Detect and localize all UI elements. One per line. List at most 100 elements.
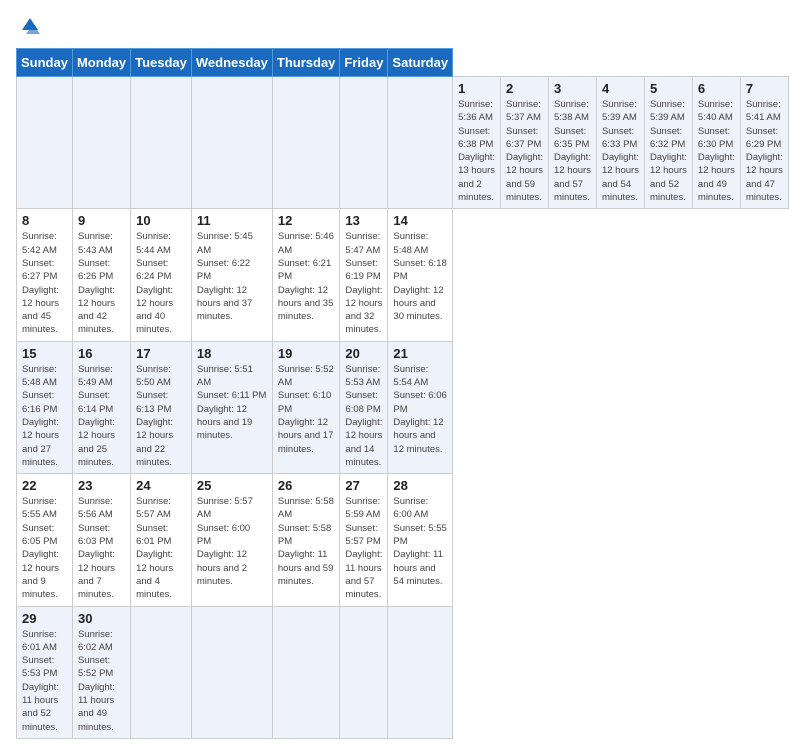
day-info: Sunrise: 5:57 AMSunset: 6:01 PMDaylight:… bbox=[136, 495, 186, 601]
day-info: Sunrise: 5:39 AMSunset: 6:32 PMDaylight:… bbox=[650, 98, 687, 204]
day-number: 12 bbox=[278, 213, 335, 228]
day-number: 25 bbox=[197, 478, 267, 493]
day-info: Sunrise: 5:50 AMSunset: 6:13 PMDaylight:… bbox=[136, 363, 186, 469]
day-number: 6 bbox=[698, 81, 735, 96]
day-info: Sunrise: 5:48 AMSunset: 6:16 PMDaylight:… bbox=[22, 363, 67, 469]
table-row bbox=[191, 77, 272, 209]
day-number: 18 bbox=[197, 346, 267, 361]
table-row: 13 Sunrise: 5:47 AMSunset: 6:19 PMDayligh… bbox=[340, 209, 388, 341]
day-info: Sunrise: 5:37 AMSunset: 6:37 PMDaylight:… bbox=[506, 98, 543, 204]
table-row: 3 Sunrise: 5:38 AMSunset: 6:35 PMDaylight… bbox=[549, 77, 597, 209]
table-row bbox=[388, 606, 453, 738]
table-row bbox=[17, 77, 73, 209]
day-number: 10 bbox=[136, 213, 186, 228]
day-number: 28 bbox=[393, 478, 447, 493]
table-row: 11 Sunrise: 5:45 AMSunset: 6:22 PMDayligh… bbox=[191, 209, 272, 341]
table-row: 5 Sunrise: 5:39 AMSunset: 6:32 PMDaylight… bbox=[644, 77, 692, 209]
table-row: 29 Sunrise: 6:01 AMSunset: 5:53 PMDayligh… bbox=[17, 606, 73, 738]
table-row: 23 Sunrise: 5:56 AMSunset: 6:03 PMDayligh… bbox=[72, 474, 130, 606]
day-number: 7 bbox=[746, 81, 783, 96]
day-info: Sunrise: 5:57 AMSunset: 6:00 PMDaylight:… bbox=[197, 495, 267, 588]
table-row bbox=[272, 606, 340, 738]
day-info: Sunrise: 5:53 AMSunset: 6:08 PMDaylight:… bbox=[345, 363, 382, 469]
day-info: Sunrise: 5:40 AMSunset: 6:30 PMDaylight:… bbox=[698, 98, 735, 204]
day-number: 20 bbox=[345, 346, 382, 361]
col-header-friday: Friday bbox=[340, 49, 388, 77]
col-header-tuesday: Tuesday bbox=[131, 49, 192, 77]
table-row bbox=[388, 77, 453, 209]
day-number: 8 bbox=[22, 213, 67, 228]
table-row bbox=[340, 77, 388, 209]
table-row: 4 Sunrise: 5:39 AMSunset: 6:33 PMDaylight… bbox=[596, 77, 644, 209]
day-info: Sunrise: 5:52 AMSunset: 6:10 PMDaylight:… bbox=[278, 363, 335, 456]
day-info: Sunrise: 5:49 AMSunset: 6:14 PMDaylight:… bbox=[78, 363, 125, 469]
day-number: 3 bbox=[554, 81, 591, 96]
day-info: Sunrise: 5:45 AMSunset: 6:22 PMDaylight:… bbox=[197, 230, 267, 323]
day-number: 27 bbox=[345, 478, 382, 493]
day-number: 11 bbox=[197, 213, 267, 228]
day-info: Sunrise: 5:48 AMSunset: 6:18 PMDaylight:… bbox=[393, 230, 447, 323]
day-number: 15 bbox=[22, 346, 67, 361]
col-header-thursday: Thursday bbox=[272, 49, 340, 77]
day-info: Sunrise: 5:58 AMSunset: 5:58 PMDaylight:… bbox=[278, 495, 335, 588]
table-row bbox=[131, 606, 192, 738]
day-info: Sunrise: 5:47 AMSunset: 6:19 PMDaylight:… bbox=[345, 230, 382, 336]
table-row: 26 Sunrise: 5:58 AMSunset: 5:58 PMDayligh… bbox=[272, 474, 340, 606]
table-row: 21 Sunrise: 5:54 AMSunset: 6:06 PMDayligh… bbox=[388, 341, 453, 473]
day-info: Sunrise: 6:00 AMSunset: 5:55 PMDaylight:… bbox=[393, 495, 447, 588]
day-info: Sunrise: 6:02 AMSunset: 5:52 PMDaylight:… bbox=[78, 628, 125, 734]
day-info: Sunrise: 5:51 AMSunset: 6:11 PMDaylight:… bbox=[197, 363, 267, 443]
day-number: 1 bbox=[458, 81, 495, 96]
table-row bbox=[272, 77, 340, 209]
day-number: 2 bbox=[506, 81, 543, 96]
table-row: 1 Sunrise: 5:36 AMSunset: 6:38 PMDaylight… bbox=[453, 77, 501, 209]
table-row: 27Sunrise: 5:59 AMSunset: 5:57 PMDayligh… bbox=[340, 474, 388, 606]
day-info: Sunrise: 5:54 AMSunset: 6:06 PMDaylight:… bbox=[393, 363, 447, 456]
calendar-table: SundayMondayTuesdayWednesdayThursdayFrid… bbox=[16, 48, 789, 739]
day-number: 5 bbox=[650, 81, 687, 96]
day-info: Sunrise: 5:36 AMSunset: 6:38 PMDaylight:… bbox=[458, 98, 495, 204]
table-row: 14 Sunrise: 5:48 AMSunset: 6:18 PMDayligh… bbox=[388, 209, 453, 341]
day-info: Sunrise: 5:55 AMSunset: 6:05 PMDaylight:… bbox=[22, 495, 67, 601]
day-info: Sunrise: 5:43 AMSunset: 6:26 PMDaylight:… bbox=[78, 230, 125, 336]
table-row: 9Sunrise: 5:43 AMSunset: 6:26 PMDaylight… bbox=[72, 209, 130, 341]
table-row bbox=[72, 77, 130, 209]
day-number: 22 bbox=[22, 478, 67, 493]
day-number: 14 bbox=[393, 213, 447, 228]
day-info: Sunrise: 6:01 AMSunset: 5:53 PMDaylight:… bbox=[22, 628, 67, 734]
day-info: Sunrise: 5:38 AMSunset: 6:35 PMDaylight:… bbox=[554, 98, 591, 204]
table-row: 25 Sunrise: 5:57 AMSunset: 6:00 PMDayligh… bbox=[191, 474, 272, 606]
day-info: Sunrise: 5:46 AMSunset: 6:21 PMDaylight:… bbox=[278, 230, 335, 323]
day-number: 13 bbox=[345, 213, 382, 228]
day-info: Sunrise: 5:42 AMSunset: 6:27 PMDaylight:… bbox=[22, 230, 67, 336]
table-row: 18 Sunrise: 5:51 AMSunset: 6:11 PMDayligh… bbox=[191, 341, 272, 473]
day-number: 24 bbox=[136, 478, 186, 493]
table-row: 2 Sunrise: 5:37 AMSunset: 6:37 PMDaylight… bbox=[501, 77, 549, 209]
table-row: 16 Sunrise: 5:49 AMSunset: 6:14 PMDayligh… bbox=[72, 341, 130, 473]
table-row: 22 Sunrise: 5:55 AMSunset: 6:05 PMDayligh… bbox=[17, 474, 73, 606]
day-number: 21 bbox=[393, 346, 447, 361]
table-row: 30 Sunrise: 6:02 AMSunset: 5:52 PMDayligh… bbox=[72, 606, 130, 738]
day-number: 23 bbox=[78, 478, 125, 493]
table-row: 12 Sunrise: 5:46 AMSunset: 6:21 PMDayligh… bbox=[272, 209, 340, 341]
col-header-wednesday: Wednesday bbox=[191, 49, 272, 77]
day-number: 29 bbox=[22, 611, 67, 626]
day-number: 17 bbox=[136, 346, 186, 361]
page-header bbox=[16, 16, 776, 36]
table-row bbox=[340, 606, 388, 738]
table-row: 7Sunrise: 5:41 AMSunset: 6:29 PMDaylight… bbox=[740, 77, 788, 209]
day-number: 16 bbox=[78, 346, 125, 361]
table-row: 15 Sunrise: 5:48 AMSunset: 6:16 PMDayligh… bbox=[17, 341, 73, 473]
day-number: 30 bbox=[78, 611, 125, 626]
day-number: 4 bbox=[602, 81, 639, 96]
table-row: 10Sunrise: 5:44 AMSunset: 6:24 PMDayligh… bbox=[131, 209, 192, 341]
table-row bbox=[131, 77, 192, 209]
table-row: 8 Sunrise: 5:42 AMSunset: 6:27 PMDaylight… bbox=[17, 209, 73, 341]
table-row: 20 Sunrise: 5:53 AMSunset: 6:08 PMDayligh… bbox=[340, 341, 388, 473]
day-number: 26 bbox=[278, 478, 335, 493]
logo bbox=[16, 16, 40, 36]
day-info: Sunrise: 5:39 AMSunset: 6:33 PMDaylight:… bbox=[602, 98, 639, 204]
day-info: Sunrise: 5:56 AMSunset: 6:03 PMDaylight:… bbox=[78, 495, 125, 601]
table-row: 17 Sunrise: 5:50 AMSunset: 6:13 PMDayligh… bbox=[131, 341, 192, 473]
day-number: 19 bbox=[278, 346, 335, 361]
